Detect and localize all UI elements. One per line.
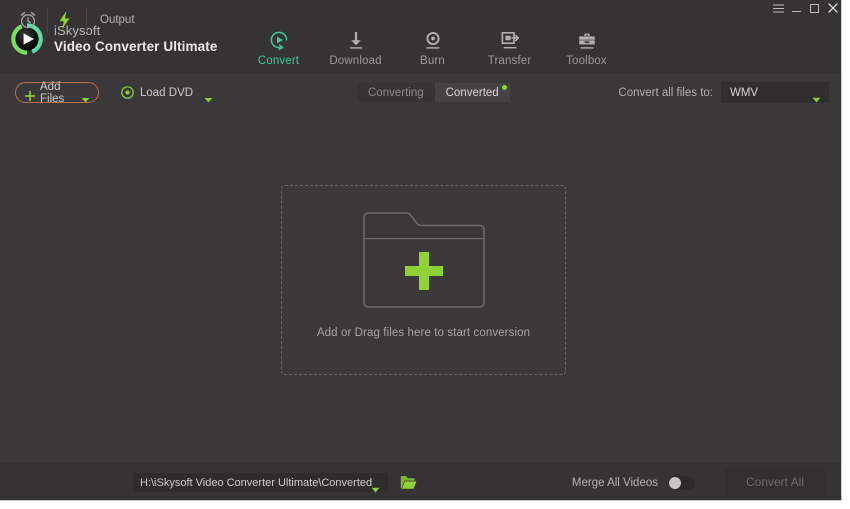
brand-product: Video Converter Ultimate (54, 39, 217, 55)
status-badge (502, 85, 507, 90)
convert-all-label: Convert All (746, 475, 804, 489)
chevron-down-icon (371, 480, 380, 486)
toggle-knob (669, 477, 681, 489)
toolbox-icon (576, 29, 598, 51)
output-format-value: WMV (730, 87, 758, 99)
main-content-area: Add or Drag files here to start conversi… (0, 113, 841, 461)
divider (86, 8, 87, 32)
merge-all-videos-label: Merge All Videos (572, 477, 658, 489)
status-tab-converted[interactable]: Converted (435, 83, 510, 102)
nav-tab-burn[interactable]: Burn (394, 24, 471, 73)
minimize-icon[interactable] (791, 2, 802, 14)
convert-all-to-group: Convert all files to: WMV (618, 82, 829, 103)
load-dvd-label: Load DVD (140, 87, 193, 99)
nav-tab-label: Download (329, 55, 381, 67)
burn-icon (422, 29, 444, 51)
download-icon (345, 29, 367, 51)
nav-tab-convert[interactable]: Convert (240, 24, 317, 73)
add-files-button[interactable]: Add Files (15, 82, 99, 103)
nav-tab-label: Convert (258, 55, 299, 67)
brand-name: iSkysoft (54, 23, 217, 38)
nav-tab-label: Toolbox (566, 55, 607, 67)
disc-icon (121, 86, 134, 99)
close-icon[interactable] (827, 2, 838, 14)
chevron-down-icon (812, 90, 821, 96)
load-dvd-button[interactable]: Load DVD (121, 84, 213, 101)
convert-all-to-label: Convert all files to: (618, 87, 713, 99)
transfer-icon (499, 29, 521, 51)
convert-all-button[interactable]: Convert All (725, 468, 825, 496)
output-path-select[interactable]: H:\iSkysoft Video Converter Ultimate\Con… (133, 473, 388, 492)
menu-icon[interactable] (773, 2, 784, 14)
merge-all-videos-group: Merge All Videos (572, 473, 695, 492)
conversion-status-tabs: Converting Converted (357, 83, 510, 102)
status-tab-label: Converting (368, 87, 424, 99)
lightning-bolt-icon[interactable] (57, 10, 72, 30)
nav-tab-label: Burn (420, 55, 445, 67)
add-files-label: Add Files (40, 81, 81, 105)
application-window: iSkysoft Video Converter Ultimate Conver… (0, 0, 842, 501)
alarm-clock-icon[interactable] (18, 10, 38, 30)
nav-tab-toolbox[interactable]: Toolbox (548, 24, 625, 73)
drop-zone-hint: Add or Drag files here to start conversi… (317, 327, 530, 339)
plus-icon (25, 88, 35, 98)
bottom-status-bar (0, 461, 841, 501)
status-tab-label: Converted (446, 87, 499, 99)
file-drop-zone[interactable]: Add or Drag files here to start conversi… (281, 185, 566, 375)
merge-all-videos-toggle[interactable] (668, 476, 695, 490)
divider (47, 8, 48, 32)
brand-text: iSkysoft Video Converter Ultimate (54, 23, 217, 54)
folder-add-icon (363, 212, 485, 308)
open-folder-icon[interactable] (400, 475, 417, 490)
maximize-icon[interactable] (809, 2, 820, 14)
nav-tab-download[interactable]: Download (317, 24, 394, 73)
nav-tab-label: Transfer (488, 55, 532, 67)
output-format-select[interactable]: WMV (721, 82, 829, 103)
main-navigation: Convert Download (240, 24, 625, 73)
convert-icon (268, 29, 290, 51)
status-tab-converting[interactable]: Converting (357, 83, 435, 102)
output-path-value: H:\iSkysoft Video Converter Ultimate\Con… (140, 477, 372, 489)
chevron-down-icon[interactable] (81, 90, 90, 96)
nav-tab-transfer[interactable]: Transfer (471, 24, 548, 73)
output-label: Output (100, 14, 135, 26)
window-controls (773, 0, 838, 16)
chevron-down-icon[interactable] (204, 90, 213, 96)
